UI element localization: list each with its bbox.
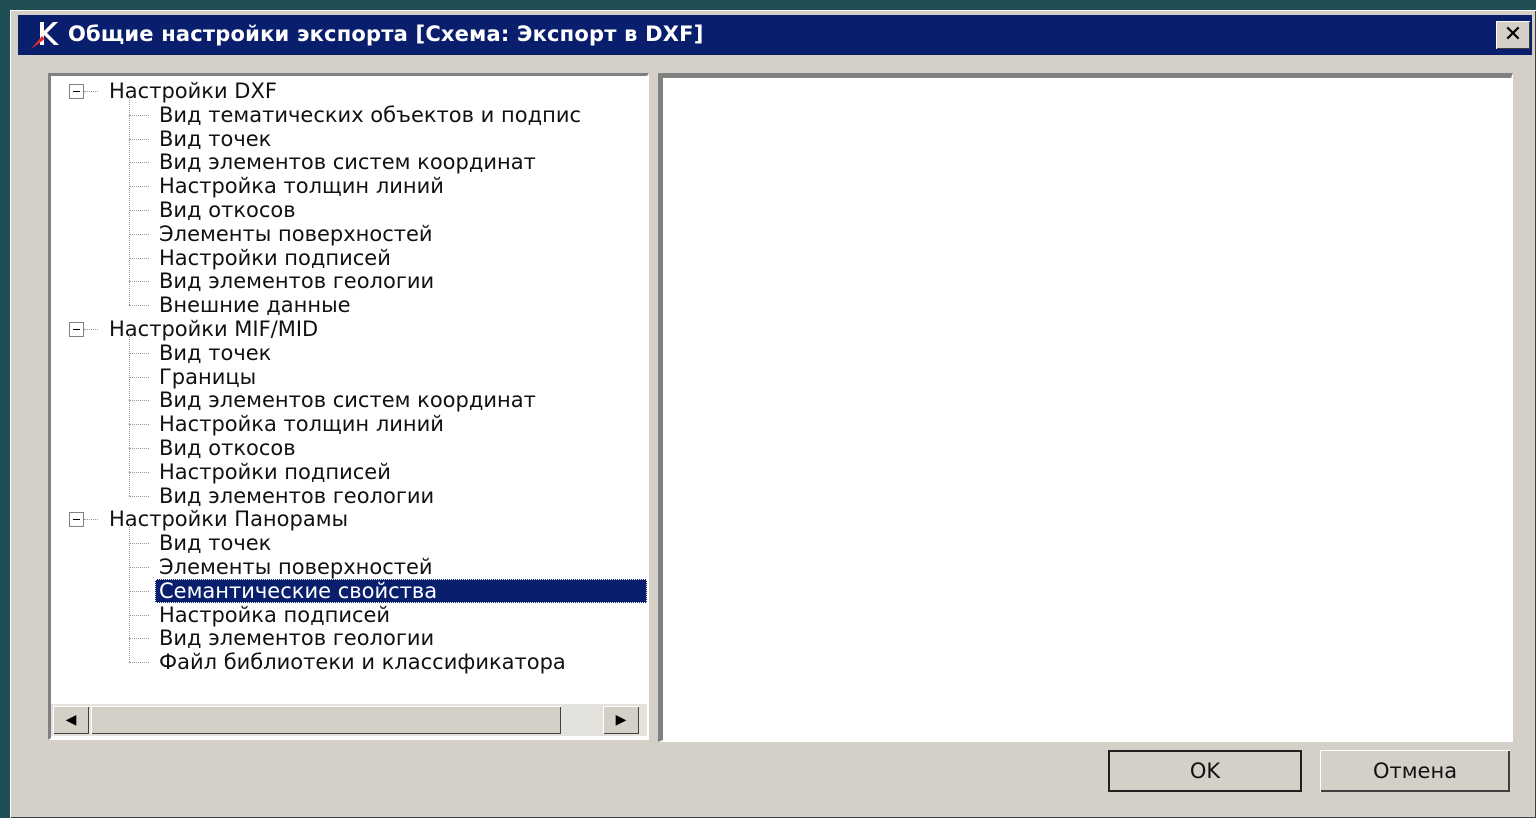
tree-item[interactable]: Вид точек: [155, 127, 275, 151]
tree-connector: [129, 186, 149, 188]
tree-connector: [84, 91, 98, 92]
tree-group-1[interactable]: Настройки MIF/MID: [105, 317, 322, 341]
tree-item[interactable]: Настройка подписей: [155, 603, 394, 627]
title-bar[interactable]: Общие настройки экспорта [Схема: Экспорт…: [18, 15, 1532, 55]
window-title: Общие настройки экспорта [Схема: Экспорт…: [68, 22, 704, 46]
tree-connector: [129, 590, 149, 592]
tree-connector: [129, 662, 149, 664]
tree-connector: [129, 305, 149, 307]
tree-item[interactable]: Настройка толщин линий: [155, 174, 448, 198]
scroll-left-button[interactable]: ◀: [53, 706, 89, 734]
tree-connector: [129, 97, 130, 306]
tree-item[interactable]: Вид элементов геологии: [155, 269, 438, 293]
tree-connector: [129, 162, 149, 164]
tree-view: Настройки DXF Вид тематических объектов и…: [51, 76, 647, 696]
tree-item[interactable]: Настройки подписей: [155, 460, 395, 484]
tree-connector: [129, 257, 149, 259]
tree-item[interactable]: Элементы поверхностей: [155, 555, 437, 579]
tree-item[interactable]: Вид элементов систем координат: [155, 150, 540, 174]
close-button[interactable]: ✕: [1496, 21, 1530, 49]
tree-item[interactable]: Настройки подписей: [155, 246, 395, 270]
tree-item[interactable]: Вид элементов геологии: [155, 626, 438, 650]
settings-content-panel: [658, 73, 1513, 742]
tree-connector: [129, 614, 149, 616]
tree-connector: [129, 138, 149, 140]
tree-connector: [129, 210, 149, 211]
tree-item[interactable]: Вид точек: [155, 531, 275, 555]
k-logo-icon: [31, 22, 59, 49]
tree-item[interactable]: Вид откосов: [155, 436, 300, 460]
tree-group-2[interactable]: Настройки Панорамы: [105, 507, 352, 531]
tree-item[interactable]: Файл библиотеки и классификатора: [155, 650, 570, 674]
tree-connector: [129, 352, 149, 354]
export-settings-dialog: Общие настройки экспорта [Схема: Экспорт…: [10, 10, 1536, 818]
tree-connector: [129, 543, 149, 545]
tree-connector: [129, 335, 130, 496]
tree-expander-1[interactable]: [69, 321, 84, 337]
tree-connector: [84, 519, 98, 521]
tree-connector: [129, 638, 149, 640]
tree-item[interactable]: Внешние данные: [155, 293, 355, 317]
tree-expander-0[interactable]: [69, 83, 84, 99]
cancel-button[interactable]: Отмена: [1320, 750, 1510, 792]
close-icon: ✕: [1503, 22, 1523, 47]
tree-item[interactable]: Семантические свойства: [155, 578, 647, 603]
horizontal-scrollbar[interactable]: ◀ ▶: [51, 704, 647, 736]
tree-item[interactable]: Настройка толщин линий: [155, 412, 448, 436]
tree-item[interactable]: Вид тематических объектов и подпис: [155, 103, 585, 127]
settings-tree[interactable]: Настройки DXF Вид тематических объектов и…: [48, 73, 649, 740]
ok-button[interactable]: OK: [1108, 750, 1302, 792]
tree-group-0[interactable]: Настройки DXF: [105, 79, 281, 103]
tree-connector: [129, 376, 149, 378]
tree-item[interactable]: Границы: [155, 365, 260, 389]
arrow-right-icon: ▶: [615, 712, 627, 728]
tree-connector: [129, 448, 149, 449]
tree-connector: [129, 471, 149, 473]
tree-connector: [129, 525, 130, 663]
tree-item[interactable]: Вид откосов: [155, 198, 300, 222]
arrow-left-icon: ◀: [65, 712, 77, 728]
tree-item[interactable]: Вид точек: [155, 341, 275, 365]
tree-connector: [129, 400, 149, 402]
tree-connector: [129, 114, 149, 116]
tree-expander-2[interactable]: [69, 511, 84, 527]
tree-item[interactable]: Вид элементов систем координат: [155, 388, 540, 412]
tree-connector: [84, 329, 98, 330]
tree-connector: [129, 495, 149, 497]
tree-connector: [129, 281, 149, 283]
tree-connector: [129, 233, 149, 235]
tree-item[interactable]: Вид элементов геологии: [155, 484, 438, 508]
scroll-right-button[interactable]: ▶: [603, 706, 639, 734]
tree-item[interactable]: Элементы поверхностей: [155, 222, 437, 246]
tree-connector: [129, 424, 149, 426]
scroll-thumb[interactable]: [91, 706, 561, 734]
tree-connector: [129, 567, 149, 568]
